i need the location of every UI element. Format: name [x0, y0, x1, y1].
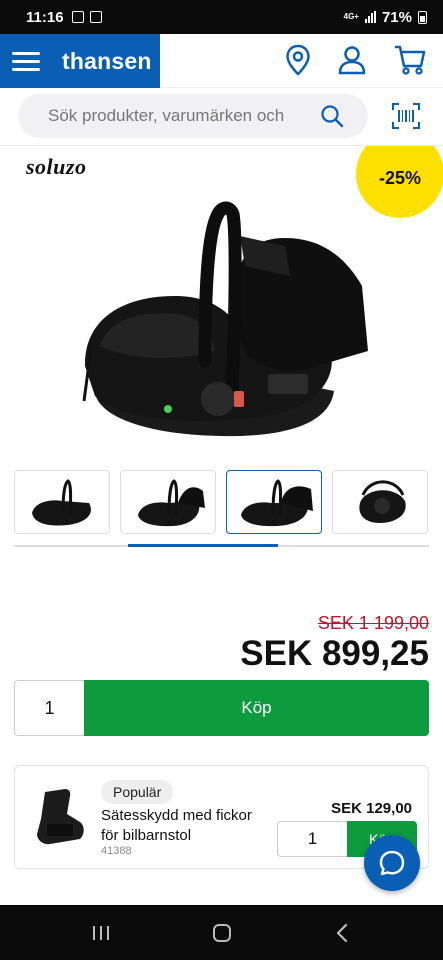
- signal-icon: [364, 11, 376, 23]
- thumbnail-1[interactable]: [14, 470, 110, 534]
- network-type: 4G+: [343, 12, 359, 21]
- chat-bubble-icon: [379, 850, 405, 876]
- car-seat-image: [82, 201, 368, 437]
- barcode-scanner-icon[interactable]: [391, 102, 421, 130]
- check-notification-icon: [89, 11, 102, 23]
- accessory-sku: 41388: [101, 845, 132, 857]
- cart-icon[interactable]: [393, 44, 427, 76]
- car-seat-thumbnail-icon: [32, 479, 91, 526]
- search-input[interactable]: Sök produkter, varumärken och: [18, 94, 368, 138]
- back-icon[interactable]: [333, 922, 353, 944]
- status-time: 11:16: [26, 8, 64, 26]
- system-nav-bar: [0, 905, 443, 960]
- seat-protector-image: [37, 789, 84, 845]
- current-price: SEK 899,25: [240, 634, 429, 673]
- accessory-price: SEK 129,00: [331, 800, 412, 817]
- search-placeholder: Sök produkter, varumärken och: [48, 106, 285, 125]
- store-location-icon[interactable]: [285, 44, 311, 76]
- gallery-notification-icon: [71, 11, 84, 23]
- battery-percent: 71%: [381, 8, 412, 26]
- old-price: SEK 1 199,00: [317, 613, 429, 633]
- notification-icons: [71, 11, 102, 23]
- thumbnail-3[interactable]: [226, 470, 322, 534]
- search-icon[interactable]: [320, 104, 344, 128]
- battery-icon: [418, 10, 427, 24]
- home-icon[interactable]: [211, 922, 233, 944]
- accessory-quantity-input[interactable]: 1: [277, 821, 347, 857]
- car-seat-thumbnail-icon: [138, 479, 205, 527]
- thumbnail-strip: [14, 470, 443, 536]
- accessory-title[interactable]: Sätesskydd med fickor för bilbarnstol: [101, 806, 271, 846]
- thumbnail-2[interactable]: [120, 470, 216, 534]
- brand-bar: thansen: [0, 34, 160, 88]
- account-icon[interactable]: [337, 45, 367, 75]
- popular-badge: Populär: [101, 780, 174, 804]
- menu-icon[interactable]: [12, 51, 40, 71]
- quantity-input[interactable]: 1: [14, 680, 84, 736]
- product-image-area[interactable]: soluzo -25%: [0, 146, 443, 452]
- chat-button[interactable]: [364, 835, 420, 891]
- thumbnail-4[interactable]: [332, 470, 428, 534]
- brand-logo[interactable]: thansen: [62, 48, 152, 75]
- status-bar: 11:16 4G+ 71%: [0, 0, 443, 34]
- app-header: thansen: [0, 34, 443, 88]
- buy-button[interactable]: Köp: [84, 680, 429, 736]
- car-seat-thumbnail-icon: [359, 480, 406, 523]
- buy-row: 1 Köp: [14, 680, 429, 736]
- car-seat-thumbnail-icon: [241, 479, 313, 527]
- thumbnail-scrollbar-thumb[interactable]: [128, 544, 278, 547]
- search-row: Sök produkter, varumärken och: [0, 88, 443, 146]
- thumbnail-scrollbar[interactable]: [14, 544, 429, 547]
- recent-apps-icon[interactable]: [90, 923, 112, 943]
